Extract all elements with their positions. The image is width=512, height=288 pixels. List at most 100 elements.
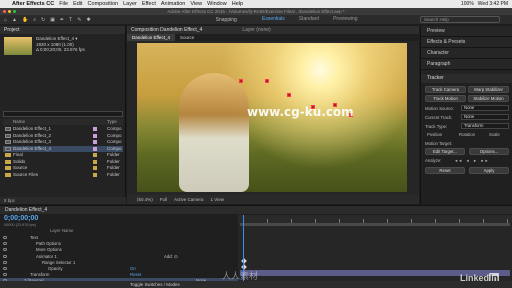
project-item[interactable]: Dandelion Effect_1 Compo: [3, 126, 123, 132]
eye-icon[interactable]: [3, 254, 7, 258]
timeline-layer-row[interactable]: Transform Reset: [0, 272, 238, 278]
menu-file[interactable]: File: [59, 1, 68, 7]
zoom-icon[interactable]: [13, 10, 16, 13]
home-icon[interactable]: ⌂: [4, 17, 7, 23]
transform-reset-link[interactable]: Reset: [130, 272, 141, 278]
option-rotation[interactable]: Rotation: [459, 132, 475, 137]
workspace-previewing[interactable]: Previewing: [333, 16, 357, 22]
work-area-bar[interactable]: [240, 223, 510, 226]
puppet-tool-icon[interactable]: ✱: [86, 17, 90, 23]
time-ruler[interactable]: [238, 215, 512, 223]
label-color-swatch[interactable]: [93, 159, 97, 164]
label-color-swatch[interactable]: [93, 153, 97, 157]
resolution-dropdown[interactable]: Full: [160, 197, 167, 202]
motion-source-select[interactable]: None: [461, 105, 509, 111]
warp-stabilizer-button[interactable]: Warp Stabilizer: [468, 86, 509, 93]
toggle-switches-modes[interactable]: Toggle Switches / Modes: [130, 281, 180, 288]
tab-source[interactable]: Source: [175, 34, 199, 41]
add-animator-button[interactable]: Add: ⊙: [164, 254, 178, 260]
opacity-value[interactable]: On: [130, 266, 136, 272]
project-item[interactable]: Dandelion Effect_2 Compo: [3, 133, 123, 139]
eye-icon[interactable]: [3, 236, 7, 239]
composition-viewer[interactable]: www.cg-ku.com: [137, 43, 407, 192]
composition-title[interactable]: Composition Dandelion Effect_4: [131, 26, 202, 34]
hand-tool-icon[interactable]: ✋: [22, 17, 28, 23]
eye-icon[interactable]: [3, 242, 7, 246]
camera-tool-icon[interactable]: ▣: [50, 17, 55, 23]
track-area[interactable]: [238, 215, 512, 282]
label-color-swatch[interactable]: [93, 140, 97, 144]
timeline-layer-row[interactable]: Path Options: [0, 241, 238, 247]
selection-tool-icon[interactable]: ▲: [12, 17, 17, 23]
menu-view[interactable]: View: [190, 1, 202, 7]
label-color-swatch[interactable]: [93, 133, 97, 138]
track-point[interactable]: [287, 93, 291, 97]
menu-help[interactable]: Help: [232, 1, 243, 7]
apply-button[interactable]: Apply: [469, 167, 509, 174]
current-track-select[interactable]: None: [461, 114, 509, 120]
eye-icon[interactable]: [3, 273, 7, 277]
panel-paragraph[interactable]: Paragraph: [421, 59, 512, 70]
project-item[interactable]: Source Files Folder: [3, 172, 123, 178]
help-search-input[interactable]: Search Help: [420, 16, 500, 23]
project-item[interactable]: Dandelion Effect_4 Compo: [3, 145, 123, 152]
stabilize-motion-button[interactable]: Stabilize Motion: [468, 95, 509, 102]
timeline-layer-row[interactable]: Opacity On: [0, 266, 238, 272]
bit-depth[interactable]: 8 bpc: [0, 197, 126, 204]
option-position[interactable]: Position: [427, 132, 442, 137]
label-color-swatch[interactable]: [93, 166, 97, 170]
timeline-tab[interactable]: Dandelion Effect_4: [0, 206, 512, 214]
eye-icon[interactable]: [3, 267, 7, 270]
type-tool-icon[interactable]: T: [69, 17, 72, 23]
menu-composition[interactable]: Composition: [88, 1, 119, 7]
current-time-display[interactable]: 0;00;00;00: [4, 215, 38, 222]
eye-icon[interactable]: [3, 248, 7, 252]
timeline-layer-row[interactable]: Range Selector 1: [0, 260, 238, 266]
minimize-icon[interactable]: [8, 10, 11, 13]
close-icon[interactable]: [3, 10, 6, 13]
panel-effects-presets[interactable]: Effects & Presets: [421, 37, 512, 48]
project-item[interactable]: Solids Folder: [3, 159, 123, 165]
label-color-swatch[interactable]: [93, 172, 97, 177]
options-button[interactable]: Options...: [469, 148, 509, 155]
tab-dandelion-effect-4[interactable]: Dandelion Effect_4: [127, 34, 175, 41]
track-point[interactable]: [265, 79, 269, 83]
rotate-tool-icon[interactable]: ↻: [41, 17, 45, 23]
track-camera-button[interactable]: Track Camera: [425, 86, 466, 93]
track-point[interactable]: [239, 79, 243, 83]
column-name[interactable]: Name: [13, 119, 25, 124]
menu-layer[interactable]: Layer: [123, 1, 137, 7]
panel-character[interactable]: Character: [421, 48, 512, 59]
pen-tool-icon[interactable]: ✒: [60, 17, 64, 23]
project-item[interactable]: Source Folder: [3, 165, 123, 171]
snapping-toggle[interactable]: Snapping: [216, 17, 237, 23]
menu-animation[interactable]: Animation: [161, 1, 185, 7]
workspace-essentials[interactable]: Essentials: [262, 16, 285, 22]
menu-effect[interactable]: Effect: [142, 1, 156, 7]
eye-icon[interactable]: [3, 260, 7, 264]
layer-tab[interactable]: Layer (none): [242, 26, 270, 34]
app-menu[interactable]: After Effects CC: [12, 1, 54, 7]
label-color-swatch[interactable]: [93, 127, 97, 131]
column-type[interactable]: Type: [107, 119, 117, 124]
timeline-layer-row[interactable]: Animator 1 Add: ⊙: [0, 254, 238, 260]
project-search-input[interactable]: [3, 111, 123, 117]
magnification-dropdown[interactable]: (50.4%): [137, 197, 153, 202]
timeline-layer-row[interactable]: Text: [0, 235, 238, 241]
track-motion-button[interactable]: Track Motion: [425, 95, 466, 102]
camera-dropdown[interactable]: Active Camera: [174, 197, 204, 202]
edit-target-button[interactable]: Edit Target...: [425, 148, 465, 155]
reset-button[interactable]: Reset: [425, 167, 465, 174]
project-item[interactable]: Dandelion Effect_3 Compo: [3, 139, 123, 145]
analyze-controls[interactable]: ◂◂ ◂ ▸ ▸▸: [455, 158, 490, 164]
brush-tool-icon[interactable]: ✎: [77, 17, 81, 23]
timeline-layer-row[interactable]: More Options: [0, 247, 238, 253]
option-scale[interactable]: Scale: [489, 132, 500, 137]
view-layout-dropdown[interactable]: 1 View: [211, 197, 224, 202]
workspace-standard[interactable]: Standard: [299, 16, 319, 22]
project-item[interactable]: Final Folder: [3, 152, 123, 158]
menu-window[interactable]: Window: [207, 1, 227, 7]
track-type-select[interactable]: Transform: [461, 123, 509, 129]
label-color-swatch[interactable]: [93, 146, 97, 151]
menu-edit[interactable]: Edit: [73, 1, 82, 7]
